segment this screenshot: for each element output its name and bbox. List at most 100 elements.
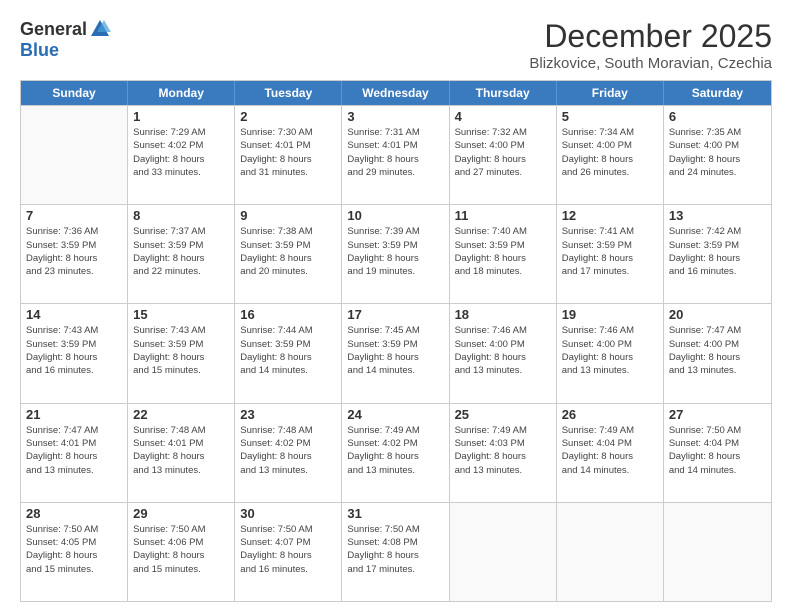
cell-info: Sunrise: 7:49 AM Sunset: 4:02 PM Dayligh… (347, 424, 443, 477)
cal-cell: 1 Sunrise: 7:29 AM Sunset: 4:02 PM Daylig… (128, 106, 235, 204)
cell-info: Sunrise: 7:50 AM Sunset: 4:08 PM Dayligh… (347, 523, 443, 576)
logo-icon (89, 18, 111, 40)
cal-cell: 29 Sunrise: 7:50 AM Sunset: 4:06 PM Dayli… (128, 503, 235, 601)
cal-week-3: 14 Sunrise: 7:43 AM Sunset: 3:59 PM Dayli… (21, 303, 771, 402)
logo-general-text: General (20, 19, 87, 40)
cal-cell: 15Sunrise: 7:43 AM Sunset: 3:59 PM Dayli… (128, 304, 235, 402)
cal-cell: 14 Sunrise: 7:43 AM Sunset: 3:59 PM Dayli… (21, 304, 128, 402)
cell-date: 31 (347, 506, 443, 521)
cell-date: 8 (133, 208, 229, 223)
cell-date: 11 (455, 208, 551, 223)
cal-cell: 26 Sunrise: 7:49 AM Sunset: 4:04 PM Dayli… (557, 404, 664, 502)
cell-info: Sunrise: 7:39 AM Sunset: 3:59 PM Dayligh… (347, 225, 443, 278)
cell-info: Sunrise: 7:30 AM Sunset: 4:01 PM Dayligh… (240, 126, 336, 179)
cal-cell: 3 Sunrise: 7:31 AM Sunset: 4:01 PM Daylig… (342, 106, 449, 204)
cell-date: 16 (240, 307, 336, 322)
cal-cell: 22 Sunrise: 7:48 AM Sunset: 4:01 PM Dayli… (128, 404, 235, 502)
cell-info: Sunrise: 7:34 AM Sunset: 4:00 PM Dayligh… (562, 126, 658, 179)
location: Blizkovice, South Moravian, Czechia (529, 55, 772, 72)
cell-date: 13 (669, 208, 766, 223)
cal-cell: 7 Sunrise: 7:36 AM Sunset: 3:59 PM Daylig… (21, 205, 128, 303)
logo-blue-text: Blue (20, 40, 59, 61)
cell-date: 19 (562, 307, 658, 322)
cal-cell: 12 Sunrise: 7:41 AM Sunset: 3:59 PM Dayli… (557, 205, 664, 303)
cell-date: 24 (347, 407, 443, 422)
cell-date: 12 (562, 208, 658, 223)
cell-info: Sunrise: 7:37 AM Sunset: 3:59 PM Dayligh… (133, 225, 229, 278)
cal-header-sunday: Sunday (21, 81, 128, 105)
cal-cell: 10 Sunrise: 7:39 AM Sunset: 3:59 PM Dayli… (342, 205, 449, 303)
cell-info: Sunrise: 7:45 AM Sunset: 3:59 PM Dayligh… (347, 324, 443, 377)
cal-cell (21, 106, 128, 204)
cell-date: 26 (562, 407, 658, 422)
cell-info: Sunrise: 7:50 AM Sunset: 4:04 PM Dayligh… (669, 424, 766, 477)
cell-date: 5 (562, 109, 658, 124)
cal-cell: 21 Sunrise: 7:47 AM Sunset: 4:01 PM Dayli… (21, 404, 128, 502)
cal-cell: 30 Sunrise: 7:50 AM Sunset: 4:07 PM Dayli… (235, 503, 342, 601)
cal-header-monday: Monday (128, 81, 235, 105)
cal-cell: 24 Sunrise: 7:49 AM Sunset: 4:02 PM Dayli… (342, 404, 449, 502)
calendar-body: 1 Sunrise: 7:29 AM Sunset: 4:02 PM Daylig… (21, 105, 771, 601)
cell-date: 15 (133, 307, 229, 322)
cell-date: 29 (133, 506, 229, 521)
cal-cell: 31 Sunrise: 7:50 AM Sunset: 4:08 PM Dayli… (342, 503, 449, 601)
cal-cell: 17 Sunrise: 7:45 AM Sunset: 3:59 PM Dayli… (342, 304, 449, 402)
cell-date: 25 (455, 407, 551, 422)
cell-date: 10 (347, 208, 443, 223)
cal-cell (450, 503, 557, 601)
cell-date: 20 (669, 307, 766, 322)
cal-header-thursday: Thursday (450, 81, 557, 105)
cal-header-friday: Friday (557, 81, 664, 105)
cell-info: Sunrise: 7:41 AM Sunset: 3:59 PM Dayligh… (562, 225, 658, 278)
cell-info: Sunrise: 7:40 AM Sunset: 3:59 PM Dayligh… (455, 225, 551, 278)
cell-info: Sunrise: 7:35 AM Sunset: 4:00 PM Dayligh… (669, 126, 766, 179)
cell-info: Sunrise: 7:48 AM Sunset: 4:01 PM Dayligh… (133, 424, 229, 477)
cell-date: 1 (133, 109, 229, 124)
cal-week-4: 21 Sunrise: 7:47 AM Sunset: 4:01 PM Dayli… (21, 403, 771, 502)
cell-info: Sunrise: 7:50 AM Sunset: 4:05 PM Dayligh… (26, 523, 122, 576)
cell-info: Sunrise: 7:43 AM Sunset: 3:59 PM Dayligh… (26, 324, 122, 377)
cal-week-1: 1 Sunrise: 7:29 AM Sunset: 4:02 PM Daylig… (21, 105, 771, 204)
cell-info: Sunrise: 7:32 AM Sunset: 4:00 PM Dayligh… (455, 126, 551, 179)
cell-date: 18 (455, 307, 551, 322)
cell-info: Sunrise: 7:47 AM Sunset: 4:00 PM Dayligh… (669, 324, 766, 377)
cal-cell: 9Sunrise: 7:38 AM Sunset: 3:59 PM Daylig… (235, 205, 342, 303)
cell-date: 21 (26, 407, 122, 422)
cal-cell: 13Sunrise: 7:42 AM Sunset: 3:59 PM Dayli… (664, 205, 771, 303)
cell-info: Sunrise: 7:46 AM Sunset: 4:00 PM Dayligh… (455, 324, 551, 377)
cal-cell: 25Sunrise: 7:49 AM Sunset: 4:03 PM Dayli… (450, 404, 557, 502)
month-title: December 2025 (529, 18, 772, 55)
cell-date: 6 (669, 109, 766, 124)
cal-cell: 20 Sunrise: 7:47 AM Sunset: 4:00 PM Dayli… (664, 304, 771, 402)
cell-date: 4 (455, 109, 551, 124)
cal-cell: 8 Sunrise: 7:37 AM Sunset: 3:59 PM Daylig… (128, 205, 235, 303)
cal-cell: 18 Sunrise: 7:46 AM Sunset: 4:00 PM Dayli… (450, 304, 557, 402)
cal-header-tuesday: Tuesday (235, 81, 342, 105)
cal-cell: 27Sunrise: 7:50 AM Sunset: 4:04 PM Dayli… (664, 404, 771, 502)
calendar: SundayMondayTuesdayWednesdayThursdayFrid… (20, 80, 772, 602)
cell-date: 2 (240, 109, 336, 124)
cell-date: 30 (240, 506, 336, 521)
cell-info: Sunrise: 7:49 AM Sunset: 4:04 PM Dayligh… (562, 424, 658, 477)
cell-date: 14 (26, 307, 122, 322)
cell-info: Sunrise: 7:46 AM Sunset: 4:00 PM Dayligh… (562, 324, 658, 377)
cell-info: Sunrise: 7:50 AM Sunset: 4:06 PM Dayligh… (133, 523, 229, 576)
cell-info: Sunrise: 7:36 AM Sunset: 3:59 PM Dayligh… (26, 225, 122, 278)
cal-cell: 4 Sunrise: 7:32 AM Sunset: 4:00 PM Daylig… (450, 106, 557, 204)
calendar-header-row: SundayMondayTuesdayWednesdayThursdayFrid… (21, 81, 771, 105)
cell-info: Sunrise: 7:47 AM Sunset: 4:01 PM Dayligh… (26, 424, 122, 477)
cal-cell: 19 Sunrise: 7:46 AM Sunset: 4:00 PM Dayli… (557, 304, 664, 402)
cell-date: 22 (133, 407, 229, 422)
cell-info: Sunrise: 7:29 AM Sunset: 4:02 PM Dayligh… (133, 126, 229, 179)
title-block: December 2025 Blizkovice, South Moravian… (529, 18, 772, 72)
cell-date: 28 (26, 506, 122, 521)
cell-date: 17 (347, 307, 443, 322)
cell-info: Sunrise: 7:50 AM Sunset: 4:07 PM Dayligh… (240, 523, 336, 576)
cal-cell: 11 Sunrise: 7:40 AM Sunset: 3:59 PM Dayli… (450, 205, 557, 303)
cell-date: 7 (26, 208, 122, 223)
cell-date: 23 (240, 407, 336, 422)
cell-date: 3 (347, 109, 443, 124)
cal-week-2: 7 Sunrise: 7:36 AM Sunset: 3:59 PM Daylig… (21, 204, 771, 303)
cal-cell: 16Sunrise: 7:44 AM Sunset: 3:59 PM Dayli… (235, 304, 342, 402)
cell-info: Sunrise: 7:31 AM Sunset: 4:01 PM Dayligh… (347, 126, 443, 179)
